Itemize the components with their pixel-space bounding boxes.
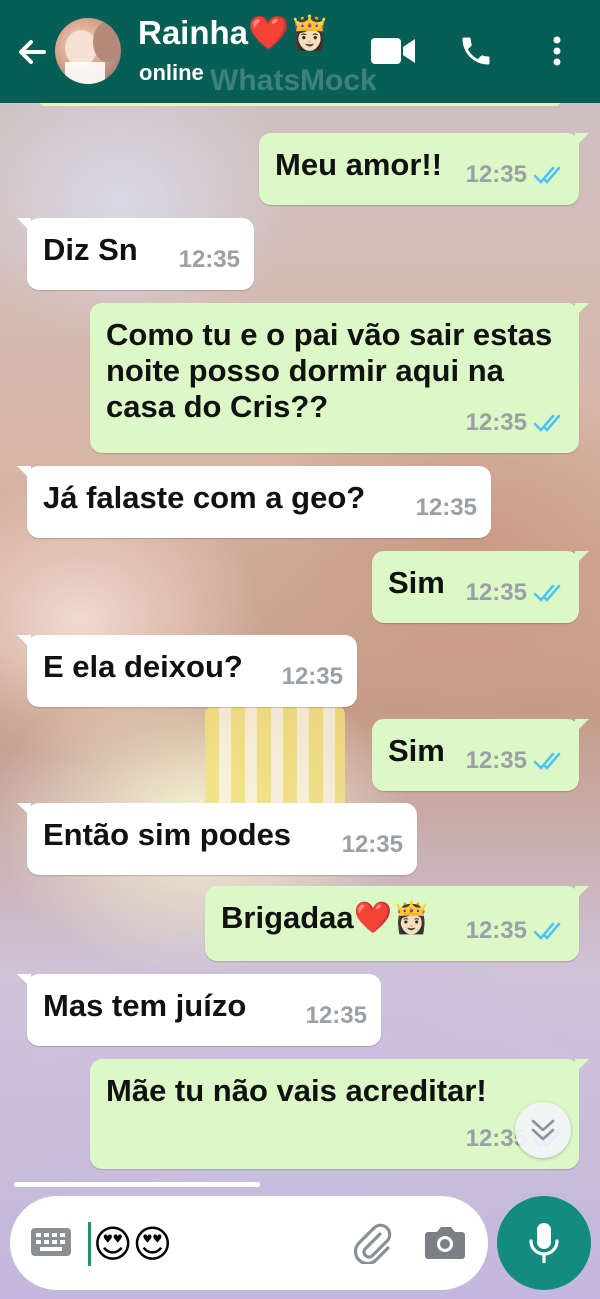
read-ticks-icon — [533, 584, 561, 602]
message-meta: 12:35 — [466, 575, 565, 611]
phone-icon — [462, 37, 490, 65]
message-outgoing[interactable]: Sim 12:35 — [372, 719, 589, 791]
message-text: Já falaste com a geo? — [43, 480, 366, 515]
back-button[interactable] — [14, 34, 50, 70]
message-time: 12:35 — [465, 161, 527, 188]
message-incoming[interactable]: Então sim podes 12:35 — [17, 803, 417, 875]
overflow-menu-button[interactable] — [542, 30, 572, 72]
keyboard-icon — [31, 1228, 71, 1256]
message-time: 12:35 — [415, 494, 477, 521]
message-meta: 12:35 — [466, 405, 565, 441]
message-meta: 12:35 — [179, 242, 240, 278]
message-meta: 12:35 — [282, 659, 343, 695]
read-ticks-icon — [533, 414, 561, 432]
watermark: WhatsMock — [210, 64, 377, 97]
text-cursor — [88, 1222, 91, 1266]
message-meta: 12:35 — [416, 490, 477, 526]
message-text: Mãe tu não vais acreditar! — [106, 1073, 487, 1108]
microphone-icon — [529, 1223, 559, 1263]
message-composer: 😍😍 — [10, 1196, 488, 1290]
message-time: 12:35 — [305, 1002, 367, 1029]
camera-button[interactable] — [424, 1222, 466, 1262]
message-edge — [14, 1182, 260, 1187]
message-time: 12:35 — [465, 409, 527, 436]
message-time: 12:35 — [178, 246, 240, 273]
read-ticks-icon — [533, 166, 561, 184]
read-ticks-icon — [533, 752, 561, 770]
message-time: 12:35 — [281, 663, 343, 690]
message-outgoing[interactable]: Brigadaa❤️👸🏻 12:35 — [205, 886, 589, 961]
camera-icon — [425, 1227, 465, 1259]
message-outgoing[interactable]: Como tu e o pai vão sair estas noite pos… — [90, 303, 589, 453]
contact-avatar[interactable] — [55, 18, 121, 84]
message-incoming[interactable]: E ela deixou? 12:35 — [17, 635, 357, 707]
message-meta: 12:35 — [306, 998, 367, 1034]
chat-header: Rainha❤️👸🏻 online WhatsMock — [0, 0, 600, 103]
message-meta: 12:35 — [466, 913, 565, 949]
wallpaper-detail — [205, 705, 345, 815]
message-outgoing[interactable]: Sim 12:35 — [372, 551, 589, 623]
arrow-left-icon — [19, 40, 46, 64]
avatar-photo — [65, 22, 121, 84]
message-time: 12:35 — [465, 579, 527, 606]
more-vertical-icon — [553, 36, 561, 66]
message-outgoing[interactable]: Mãe tu não vais acreditar! 12:35 — [90, 1059, 589, 1169]
message-time: 12:35 — [341, 831, 403, 858]
double-chevron-down-icon — [531, 1119, 555, 1141]
message-outgoing[interactable]: Meu amor!! 12:35 — [259, 133, 589, 205]
message-incoming[interactable]: Já falaste com a geo? 12:35 — [17, 466, 491, 538]
voice-call-button[interactable] — [455, 30, 497, 72]
read-ticks-icon — [533, 922, 561, 940]
message-meta: 12:35 — [466, 157, 565, 193]
contact-status: online — [139, 60, 204, 85]
message-meta: 12:35 — [466, 743, 565, 779]
attach-button[interactable] — [350, 1220, 394, 1266]
message-incoming[interactable]: Diz Sn 12:35 — [17, 218, 254, 290]
message-meta: 12:35 — [342, 827, 403, 863]
draft-text: 😍😍 — [93, 1223, 173, 1266]
message-incoming[interactable]: Mas tem juízo 12:35 — [17, 974, 381, 1046]
keyboard-toggle-button[interactable] — [30, 1226, 72, 1260]
contact-name[interactable]: Rainha❤️👸🏻 — [138, 14, 330, 53]
video-call-button[interactable] — [370, 30, 418, 72]
message-input[interactable]: 😍😍 — [88, 1216, 172, 1272]
scroll-to-bottom-button[interactable] — [515, 1102, 571, 1158]
message-time: 12:35 — [465, 747, 527, 774]
video-camera-icon — [371, 38, 415, 64]
message-time: 12:35 — [465, 917, 527, 944]
paperclip-icon — [353, 1223, 392, 1266]
voice-message-button[interactable] — [497, 1196, 591, 1290]
